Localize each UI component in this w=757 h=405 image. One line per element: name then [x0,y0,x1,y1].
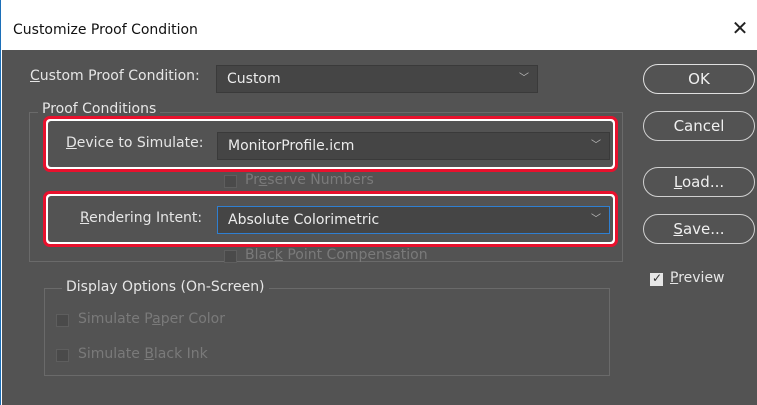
custom-condition-value: Custom [227,71,281,87]
preview-label: Preview [670,270,725,286]
simulate-ink-label: Simulate Black Ink [78,346,208,362]
dialog-body: Custom Proof Condition: Custom ﹀ Proof C… [2,50,757,405]
bpc-label: Black Point Compensation [245,247,428,263]
device-select[interactable]: MonitorProfile.icm ﹀ [217,132,610,160]
preserve-numbers-checkbox[interactable] [224,175,237,188]
simulate-paper-checkbox[interactable] [56,314,69,327]
title-bar: Customize Proof Condition ✕ [1,0,757,50]
simulate-paper-label: Simulate Paper Color [78,311,225,327]
custom-condition-label: Custom Proof Condition: [30,68,200,84]
cancel-button[interactable]: Cancel [643,111,755,141]
preview-checkbox[interactable] [650,271,663,286]
chevron-down-icon: ﹀ [591,140,601,151]
device-label: Device to Simulate: [66,135,204,151]
dialog-title: Customize Proof Condition [13,22,198,38]
close-icon[interactable]: ✕ [728,16,752,40]
device-value: MonitorProfile.icm [228,138,355,154]
intent-label: Rendering Intent: [80,210,203,226]
display-options-legend: Display Options (On-Screen) [62,279,269,295]
ok-button[interactable]: OK [643,64,755,94]
proof-conditions-legend: Proof Conditions [38,101,161,117]
preserve-numbers-label: Preserve Numbers [245,172,374,188]
simulate-ink-checkbox[interactable] [56,349,69,362]
chevron-down-icon: ﹀ [519,73,529,84]
custom-condition-select[interactable]: Custom ﹀ [216,65,538,93]
intent-select[interactable]: Absolute Colorimetric ﹀ [217,206,610,234]
display-options-group [44,288,610,376]
bpc-checkbox[interactable] [224,250,237,263]
chevron-down-icon: ﹀ [591,214,601,225]
save-button[interactable]: Save... [643,214,755,244]
load-button[interactable]: Load... [643,167,755,197]
dialog-window: Customize Proof Condition ✕ Custom Proof… [0,0,757,405]
intent-value: Absolute Colorimetric [228,212,380,228]
